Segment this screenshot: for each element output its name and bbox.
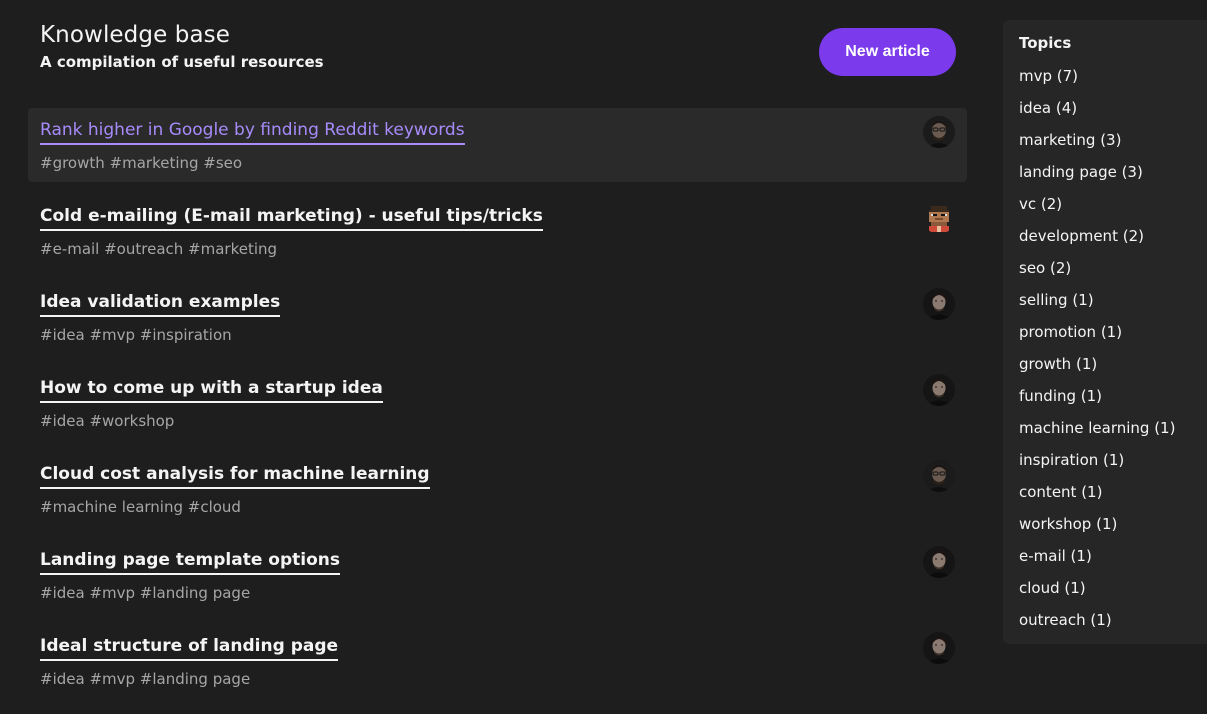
article-tags: #idea #mvp #landing page [40, 670, 251, 688]
knowledge-base-page: Knowledge base A compilation of useful r… [0, 0, 1207, 714]
author-avatar [923, 546, 955, 578]
article-tags: #e-mail #outreach #marketing [40, 240, 278, 258]
author-avatar [923, 632, 955, 664]
article-item[interactable]: Ideal structure of landing page #idea #m… [28, 624, 967, 698]
topics-panel: Topics mvp (7) idea (4) marketing (3) la… [1003, 20, 1207, 644]
topic-item[interactable]: development (2) [1019, 226, 1175, 258]
topics-title: Topics [1019, 34, 1072, 52]
article-title-link[interactable]: Rank higher in Google by finding Reddit … [40, 119, 465, 145]
topic-item[interactable]: machine learning (1) [1019, 418, 1175, 450]
article-item[interactable]: Landing page template options #idea #mvp… [28, 538, 967, 612]
page-header: Knowledge base A compilation of useful r… [40, 20, 956, 80]
topic-item[interactable]: e-mail (1) [1019, 546, 1175, 578]
article-item[interactable]: How to come up with a startup idea #idea… [28, 366, 967, 440]
author-avatar [923, 202, 955, 234]
topic-item[interactable]: cloud (1) [1019, 578, 1175, 610]
article-title-link[interactable]: Ideal structure of landing page [40, 635, 339, 661]
author-avatar [923, 374, 955, 406]
article-title-link[interactable]: How to come up with a startup idea [40, 377, 383, 403]
topic-item[interactable]: seo (2) [1019, 258, 1175, 290]
article-tags: #machine learning #cloud [40, 498, 241, 516]
topic-list: mvp (7) idea (4) marketing (3) landing p… [1019, 66, 1175, 642]
topic-item[interactable]: inspiration (1) [1019, 450, 1175, 482]
article-tags: #idea #mvp #landing page [40, 584, 251, 602]
new-article-button[interactable]: New article [819, 28, 956, 76]
article-list: Rank higher in Google by finding Reddit … [28, 108, 967, 710]
article-item[interactable]: Rank higher in Google by finding Reddit … [28, 108, 967, 182]
article-title-link[interactable]: Cold e-mailing (E-mail marketing) - usef… [40, 205, 543, 231]
topic-item[interactable]: marketing (3) [1019, 130, 1175, 162]
article-title-link[interactable]: Cloud cost analysis for machine learning [40, 463, 430, 489]
topic-item[interactable]: landing page (3) [1019, 162, 1175, 194]
author-avatar [923, 460, 955, 492]
topic-item[interactable]: vc (2) [1019, 194, 1175, 226]
page-title: Knowledge base [40, 22, 230, 48]
author-avatar [923, 116, 955, 148]
article-tags: #growth #marketing #seo [40, 154, 243, 172]
topic-item[interactable]: outreach (1) [1019, 610, 1175, 642]
article-item[interactable]: Cloud cost analysis for machine learning… [28, 452, 967, 526]
author-avatar [923, 288, 955, 320]
topic-item[interactable]: promotion (1) [1019, 322, 1175, 354]
topic-item[interactable]: funding (1) [1019, 386, 1175, 418]
topic-item[interactable]: content (1) [1019, 482, 1175, 514]
article-tags: #idea #workshop [40, 412, 175, 430]
topic-item[interactable]: idea (4) [1019, 98, 1175, 130]
article-item[interactable]: Cold e-mailing (E-mail marketing) - usef… [28, 194, 967, 268]
article-tags: #idea #mvp #inspiration [40, 326, 232, 344]
topic-item[interactable]: selling (1) [1019, 290, 1175, 322]
article-title-link[interactable]: Landing page template options [40, 549, 340, 575]
topic-item[interactable]: mvp (7) [1019, 66, 1175, 98]
topic-item[interactable]: workshop (1) [1019, 514, 1175, 546]
article-item[interactable]: Idea validation examples #idea #mvp #ins… [28, 280, 967, 354]
article-title-link[interactable]: Idea validation examples [40, 291, 281, 317]
topic-item[interactable]: growth (1) [1019, 354, 1175, 386]
